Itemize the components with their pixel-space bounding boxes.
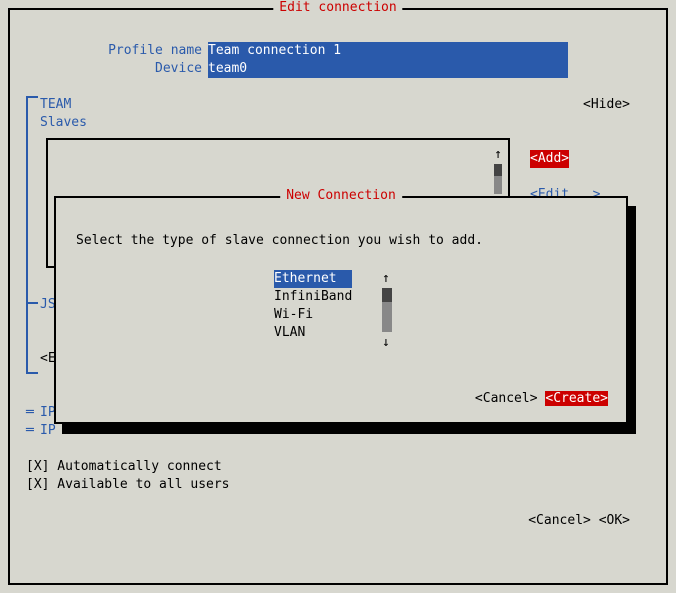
scroll-up-icon[interactable]: ↑ [494,146,502,164]
checkbox-mark: [X] [26,459,49,474]
new-connection-dialog: New Connection Select the type of slave … [54,196,628,424]
tree-eq-icon: ═ [26,422,34,440]
profile-name-label: Profile name [80,42,208,60]
dialog-create-button[interactable]: <Create> [545,391,608,406]
panel-title: Edit connection [273,0,402,17]
cancel-button[interactable]: <Cancel> [528,513,591,528]
available-all-users-checkbox[interactable]: [X] Available to all users [26,476,230,494]
dialog-title: New Connection [280,187,402,205]
slaves-label: Slaves [40,114,87,132]
dialog-footer: <Cancel> <Create> [475,390,608,408]
tree-line [26,96,28,374]
dialog-cancel-button[interactable]: <Cancel> [475,391,538,406]
tree-branch [26,302,38,304]
checkbox-mark: [X] [26,477,49,492]
team-section-label: TEAM [40,96,71,114]
type-option-ethernet[interactable]: Ethernet [274,270,352,288]
type-option-vlan[interactable]: VLAN [274,324,352,342]
footer-buttons: <Cancel> <OK> [528,512,630,530]
connection-type-list[interactable]: Ethernet InfiniBand Wi-Fi VLAN [274,270,352,342]
dialog-prompt: Select the type of slave connection you … [76,232,483,250]
device-row: Device team0 [80,60,568,78]
checkbox-label: Available to all users [49,477,229,492]
scroll-up-icon[interactable]: ↑ [382,270,390,288]
tree-branch [26,372,38,374]
scrollbar-thumb[interactable] [494,164,502,176]
device-input[interactable]: team0 [208,60,568,78]
type-option-wifi[interactable]: Wi-Fi [274,306,352,324]
profile-name-input[interactable]: Team connection 1 [208,42,568,60]
add-button[interactable]: <Add> [530,150,569,168]
checkbox-label: Automatically connect [49,459,221,474]
profile-name-row: Profile name Team connection 1 [80,42,568,60]
ipv6-label: IP [40,422,56,440]
scroll-down-icon[interactable]: ↓ [382,334,390,352]
device-label: Device [80,60,208,78]
tree-branch [26,96,38,98]
type-option-infiniband[interactable]: InfiniBand [274,288,352,306]
ok-button[interactable]: <OK> [599,513,630,528]
hide-button[interactable]: <Hide> [583,96,630,114]
tree-eq-icon: ═ [26,404,34,422]
scrollbar-thumb[interactable] [382,288,392,302]
auto-connect-checkbox[interactable]: [X] Automatically connect [26,458,222,476]
